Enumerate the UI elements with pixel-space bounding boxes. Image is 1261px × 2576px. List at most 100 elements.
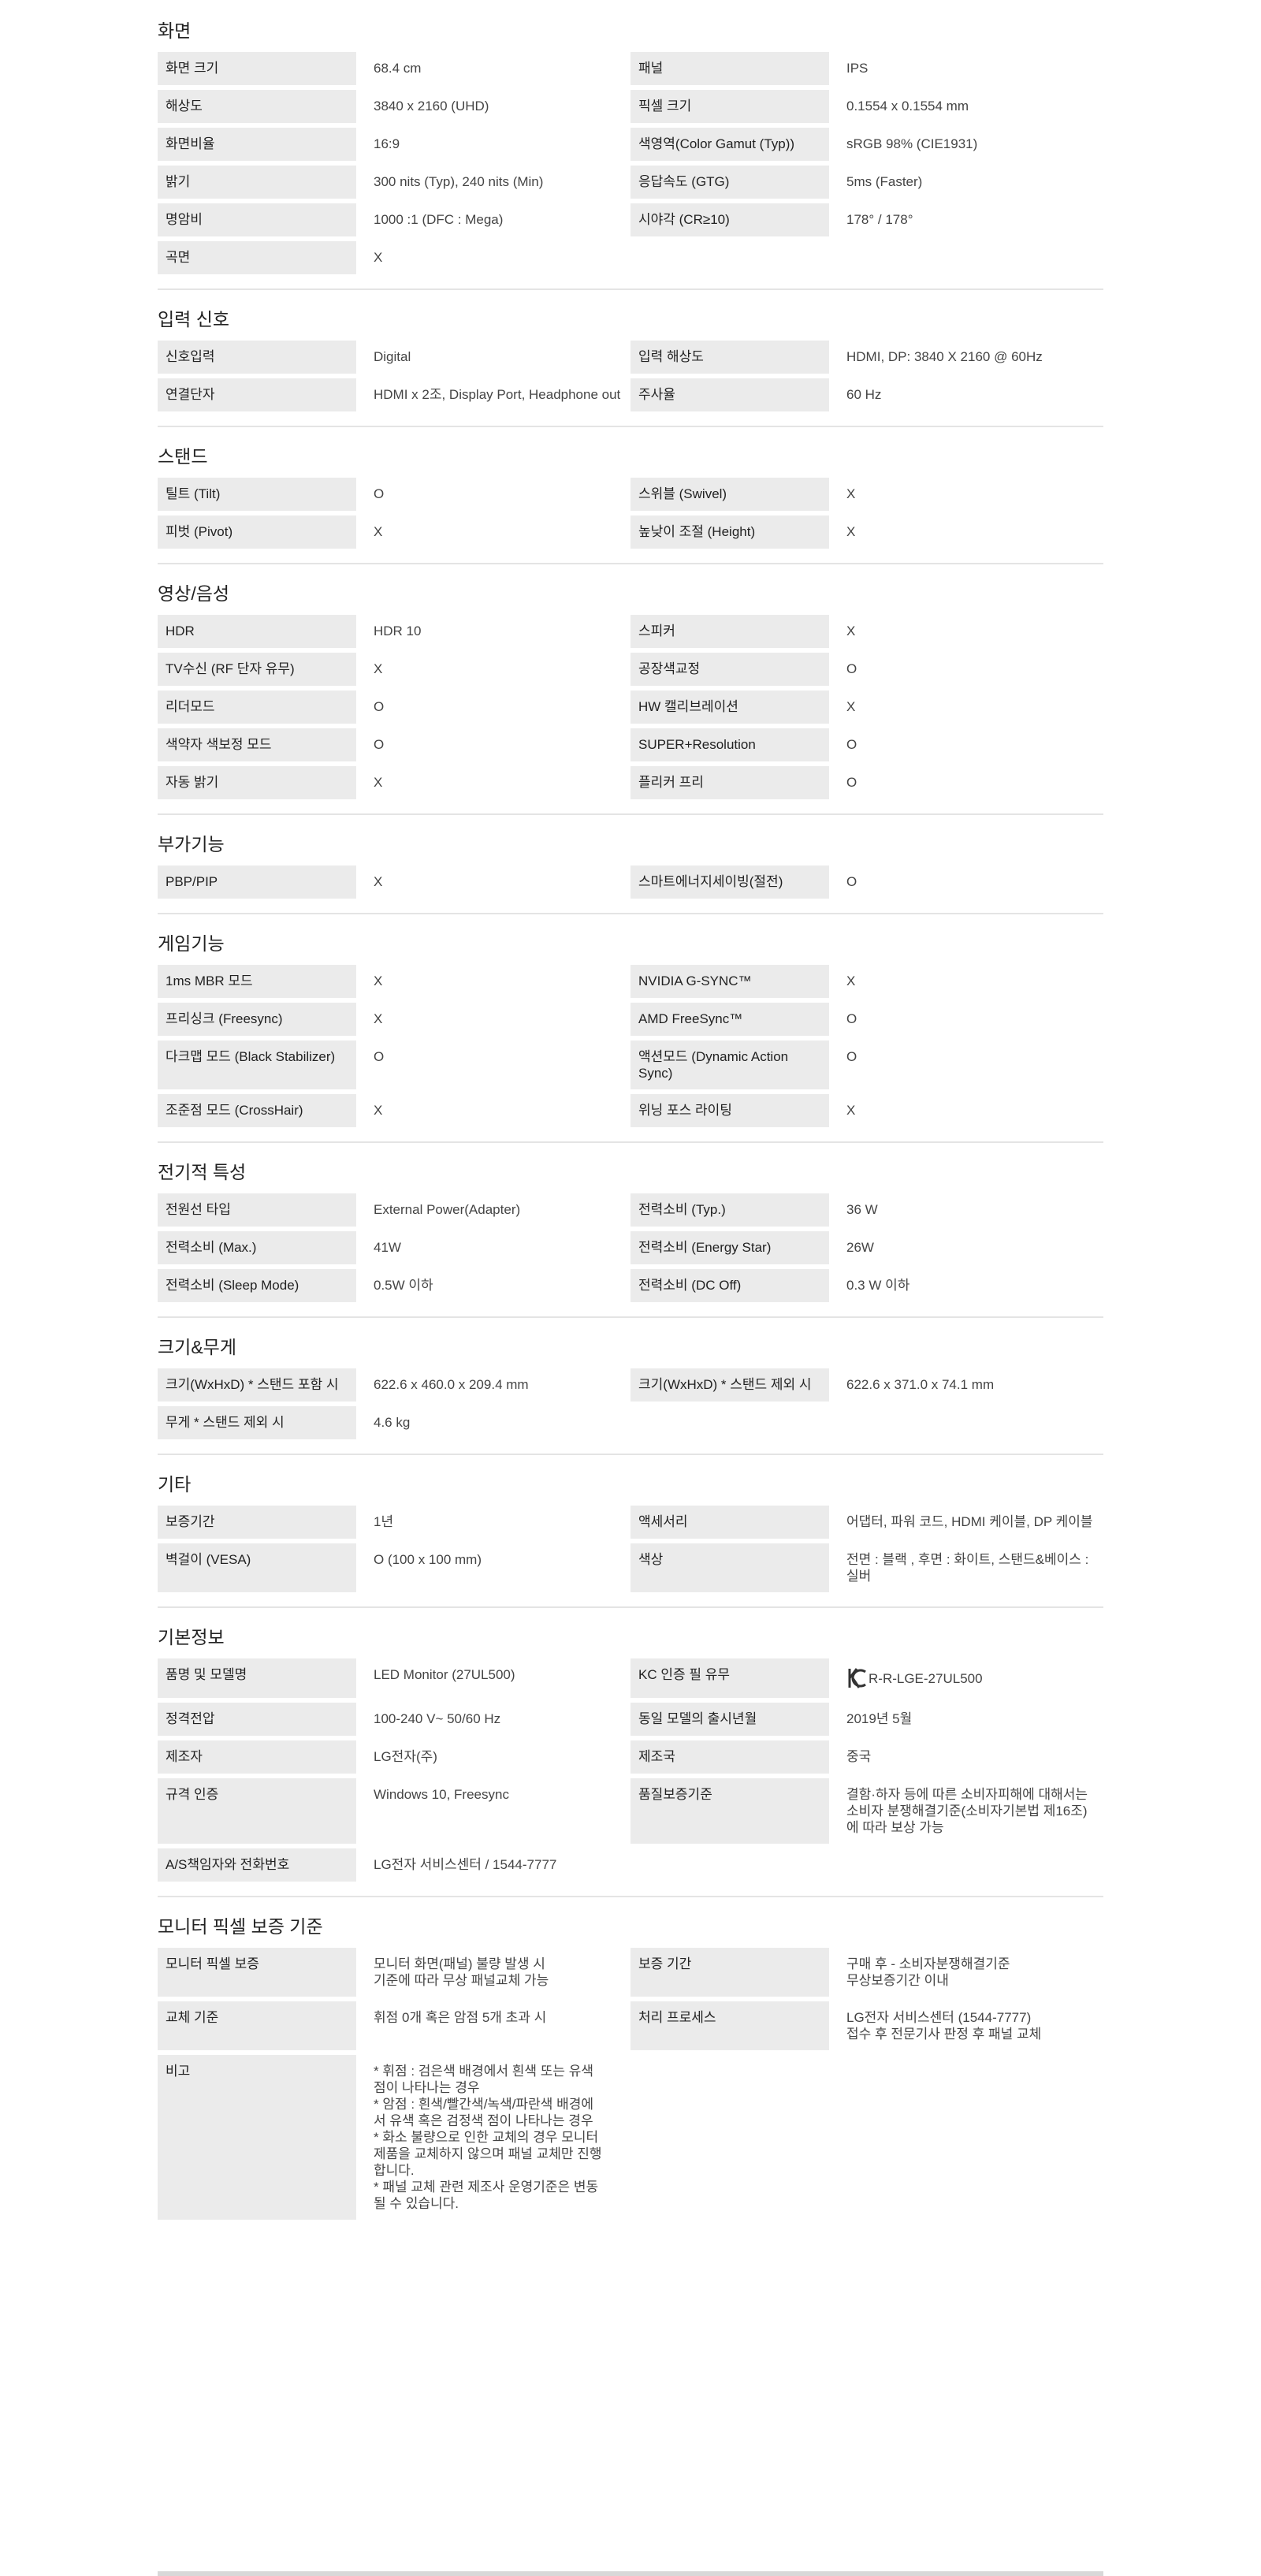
- spec-item: 위닝 포스 라이팅 X: [630, 1094, 1103, 1127]
- spec-item: 자동 밝기 X: [158, 766, 630, 799]
- spec-item: 교체 기준 휘점 0개 혹은 암점 5개 초과 시: [158, 2001, 630, 2050]
- spec-item: 화면비율 16:9: [158, 128, 630, 161]
- spec-label: 정격전압: [158, 1703, 356, 1736]
- spec-item: 비고 * 휘점 : 검은색 배경에서 흰색 또는 유색 점이 나타나는 경우 * …: [158, 2055, 630, 2220]
- spec-value: X: [846, 486, 856, 501]
- spec-label: 액션모드 (Dynamic Action Sync): [630, 1040, 829, 1089]
- spec-item: 틸트 (Tilt) O: [158, 478, 630, 511]
- spec-label: 픽셀 크기: [630, 90, 829, 123]
- spec-label: HW 캘리브레이션: [630, 691, 829, 724]
- spec-value: X: [846, 699, 856, 714]
- spec-item: 액션모드 (Dynamic Action Sync) O: [630, 1040, 1103, 1089]
- spec-value: 2019년 5월: [846, 1711, 913, 1726]
- spec-label: NVIDIA G-SYNC™: [630, 965, 829, 998]
- spec-item: 곡면 X: [158, 241, 630, 274]
- spec-value: * 휘점 : 검은색 배경에서 흰색 또는 유색 점이 나타나는 경우 * 암점…: [374, 2064, 602, 2211]
- spec-row: 벽걸이 (VESA) O (100 x 100 mm) 색상 전면 : 블랙 , 후면…: [158, 1543, 1103, 1592]
- spec-item: 명암비 1000 :1 (DFC : Mega): [158, 203, 630, 236]
- spec-row: 자동 밝기 X 플리커 프리 O: [158, 766, 1103, 799]
- spec-value: 중국: [846, 1749, 872, 1764]
- spec-label: 전력소비 (Sleep Mode): [158, 1269, 356, 1302]
- spec-label: 전력소비 (Max.): [158, 1231, 356, 1264]
- spec-item: TV수신 (RF 단자 유무) X: [158, 653, 630, 686]
- spec-value: 1000 :1 (DFC : Mega): [374, 212, 504, 227]
- spec-value: X: [374, 874, 383, 889]
- section-title: 영상/음성: [158, 583, 230, 604]
- spec-label: HDR: [158, 615, 356, 648]
- spec-item: 액세서리 어댑터, 파워 코드, HDMI 케이블, DP 케이블: [630, 1506, 1103, 1539]
- spec-item: 정격전압 100-240 V~ 50/60 Hz: [158, 1703, 630, 1736]
- spec-value: 622.6 x 371.0 x 74.1 mm: [846, 1377, 995, 1392]
- spec-value: X: [374, 775, 383, 790]
- spec-value: 100-240 V~ 50/60 Hz: [374, 1711, 501, 1726]
- spec-row: 규격 인증 Windows 10, Freesync 품질보증기준 결함·하자 등에 …: [158, 1778, 1103, 1844]
- spec-value: 결함·하자 등에 따른 소비자피해에 대해서는 소비자 분쟁해결기준(소비자기본…: [846, 1787, 1088, 1835]
- spec-row: 피벗 (Pivot) X 높낮이 조절 (Height) X: [158, 516, 1103, 549]
- spec-label: 동일 모델의 출시년월: [630, 1703, 829, 1736]
- spec-label: 품질보증기준: [630, 1778, 829, 1844]
- kc-certification-icon: [848, 1668, 866, 1688]
- spec-value: 3840 x 2160 (UHD): [374, 99, 489, 114]
- spec-value: 전면 : 블랙 , 후면 : 화이트, 스탠드&베이스 : 실버: [846, 1552, 1089, 1584]
- spec-label: 비고: [158, 2055, 356, 2220]
- spec-value: 4.6 kg: [374, 1415, 411, 1430]
- spec-item: 신호입력 Digital: [158, 341, 630, 374]
- spec-value: 60 Hz: [846, 387, 882, 402]
- spec-item: 스위블 (Swivel) X: [630, 478, 1103, 511]
- spec-label: 공장색교정: [630, 653, 829, 686]
- spec-item: 규격 인증 Windows 10, Freesync: [158, 1778, 630, 1844]
- spec-item: 전력소비 (DC Off) 0.3 W 이하: [630, 1269, 1103, 1302]
- spec-label: 스피커: [630, 615, 829, 648]
- spec-section: 스탠드 틸트 (Tilt) O 스위블 (Swivel) X 피벗 (Pivot) X 높낮이…: [158, 427, 1103, 564]
- spec-label: 자동 밝기: [158, 766, 356, 799]
- spec-value: 26W: [846, 1240, 874, 1255]
- section-title: 부가기능: [158, 834, 225, 854]
- spec-row: 해상도 3840 x 2160 (UHD) 픽셀 크기 0.1554 x 0.1554…: [158, 90, 1103, 123]
- spec-value: 178° / 178°: [846, 212, 913, 227]
- spec-item: 크기(WxHxD) * 스탠드 포함 시 622.6 x 460.0 x 209.…: [158, 1368, 630, 1402]
- spec-row: 정격전압 100-240 V~ 50/60 Hz 동일 모델의 출시년월 2019년 …: [158, 1703, 1103, 1736]
- spec-value: 41W: [374, 1240, 401, 1255]
- spec-value: O: [846, 775, 857, 790]
- spec-row: PBP/PIP X 스마트에너지세이빙(절전) O: [158, 865, 1103, 899]
- spec-value: 휘점 0개 혹은 암점 5개 초과 시: [374, 2010, 547, 2025]
- spec-value: LG전자(주): [374, 1749, 437, 1764]
- spec-label: A/S책임자와 전화번호: [158, 1848, 356, 1882]
- spec-item: 패널 IPS: [630, 52, 1103, 85]
- spec-item: 전원선 타입 External Power(Adapter): [158, 1193, 630, 1227]
- spec-value: 구매 후 - 소비자분쟁해결기준 무상보증기간 이내: [846, 1956, 1010, 1988]
- spec-row: 전원선 타입 External Power(Adapter) 전력소비 (Typ.)…: [158, 1193, 1103, 1227]
- section-title: 게임기능: [158, 933, 225, 954]
- spec-value: X: [846, 973, 856, 988]
- spec-row: 제조자 LG전자(주) 제조국 중국: [158, 1740, 1103, 1774]
- spec-item: 보증기간 1년: [158, 1506, 630, 1539]
- spec-section: 영상/음성 HDR HDR 10 스피커 X TV수신 (RF 단자 유무) X 공장색교정 O…: [158, 564, 1103, 815]
- spec-page: 화면 화면 크기 68.4 cm 패널 IPS 해상도 3840 x 2160 (UHD) 픽…: [0, 0, 1261, 2576]
- section-title: 기본정보: [158, 1627, 225, 1647]
- spec-value: R-R-LGE-27UL500: [829, 1658, 1103, 1698]
- section-title: 스탠드: [158, 446, 208, 467]
- spec-section: 기본정보 품명 및 모델명 LED Monitor (27UL500) KC 인증 필…: [158, 1608, 1103, 1897]
- spec-label: 색상: [630, 1543, 829, 1592]
- spec-row: 곡면 X: [158, 241, 1103, 274]
- spec-label: 제조국: [630, 1740, 829, 1774]
- spec-label: 시야각 (CR≥10): [630, 203, 829, 236]
- section-title: 화면: [158, 20, 192, 41]
- spec-label: 높낮이 조절 (Height): [630, 516, 829, 549]
- spec-section: 전기적 특성 전원선 타입 External Power(Adapter) 전력소비 …: [158, 1143, 1103, 1318]
- spec-label: 액세서리: [630, 1506, 829, 1539]
- spec-item: 리더모드 O: [158, 691, 630, 724]
- spec-value: X: [374, 524, 383, 539]
- spec-value: O: [846, 1011, 857, 1026]
- spec-item: 크기(WxHxD) * 스탠드 제외 시 622.6 x 371.0 x 74.1…: [630, 1368, 1103, 1402]
- spec-value: 300 nits (Typ), 240 nits (Min): [374, 174, 544, 189]
- spec-label: 플리커 프리: [630, 766, 829, 799]
- spec-row: 보증기간 1년 액세서리 어댑터, 파워 코드, HDMI 케이블, DP 케이블: [158, 1506, 1103, 1539]
- spec-value: HDMI x 2조, Display Port, Headphone out: [374, 387, 621, 402]
- spec-label: 화면 크기: [158, 52, 356, 85]
- spec-label: 조준점 모드 (CrossHair): [158, 1094, 356, 1127]
- spec-label: TV수신 (RF 단자 유무): [158, 653, 356, 686]
- spec-label: 전력소비 (Energy Star): [630, 1231, 829, 1264]
- spec-label: KC 인증 필 유무: [630, 1658, 829, 1698]
- spec-value: 어댑터, 파워 코드, HDMI 케이블, DP 케이블: [846, 1514, 1093, 1529]
